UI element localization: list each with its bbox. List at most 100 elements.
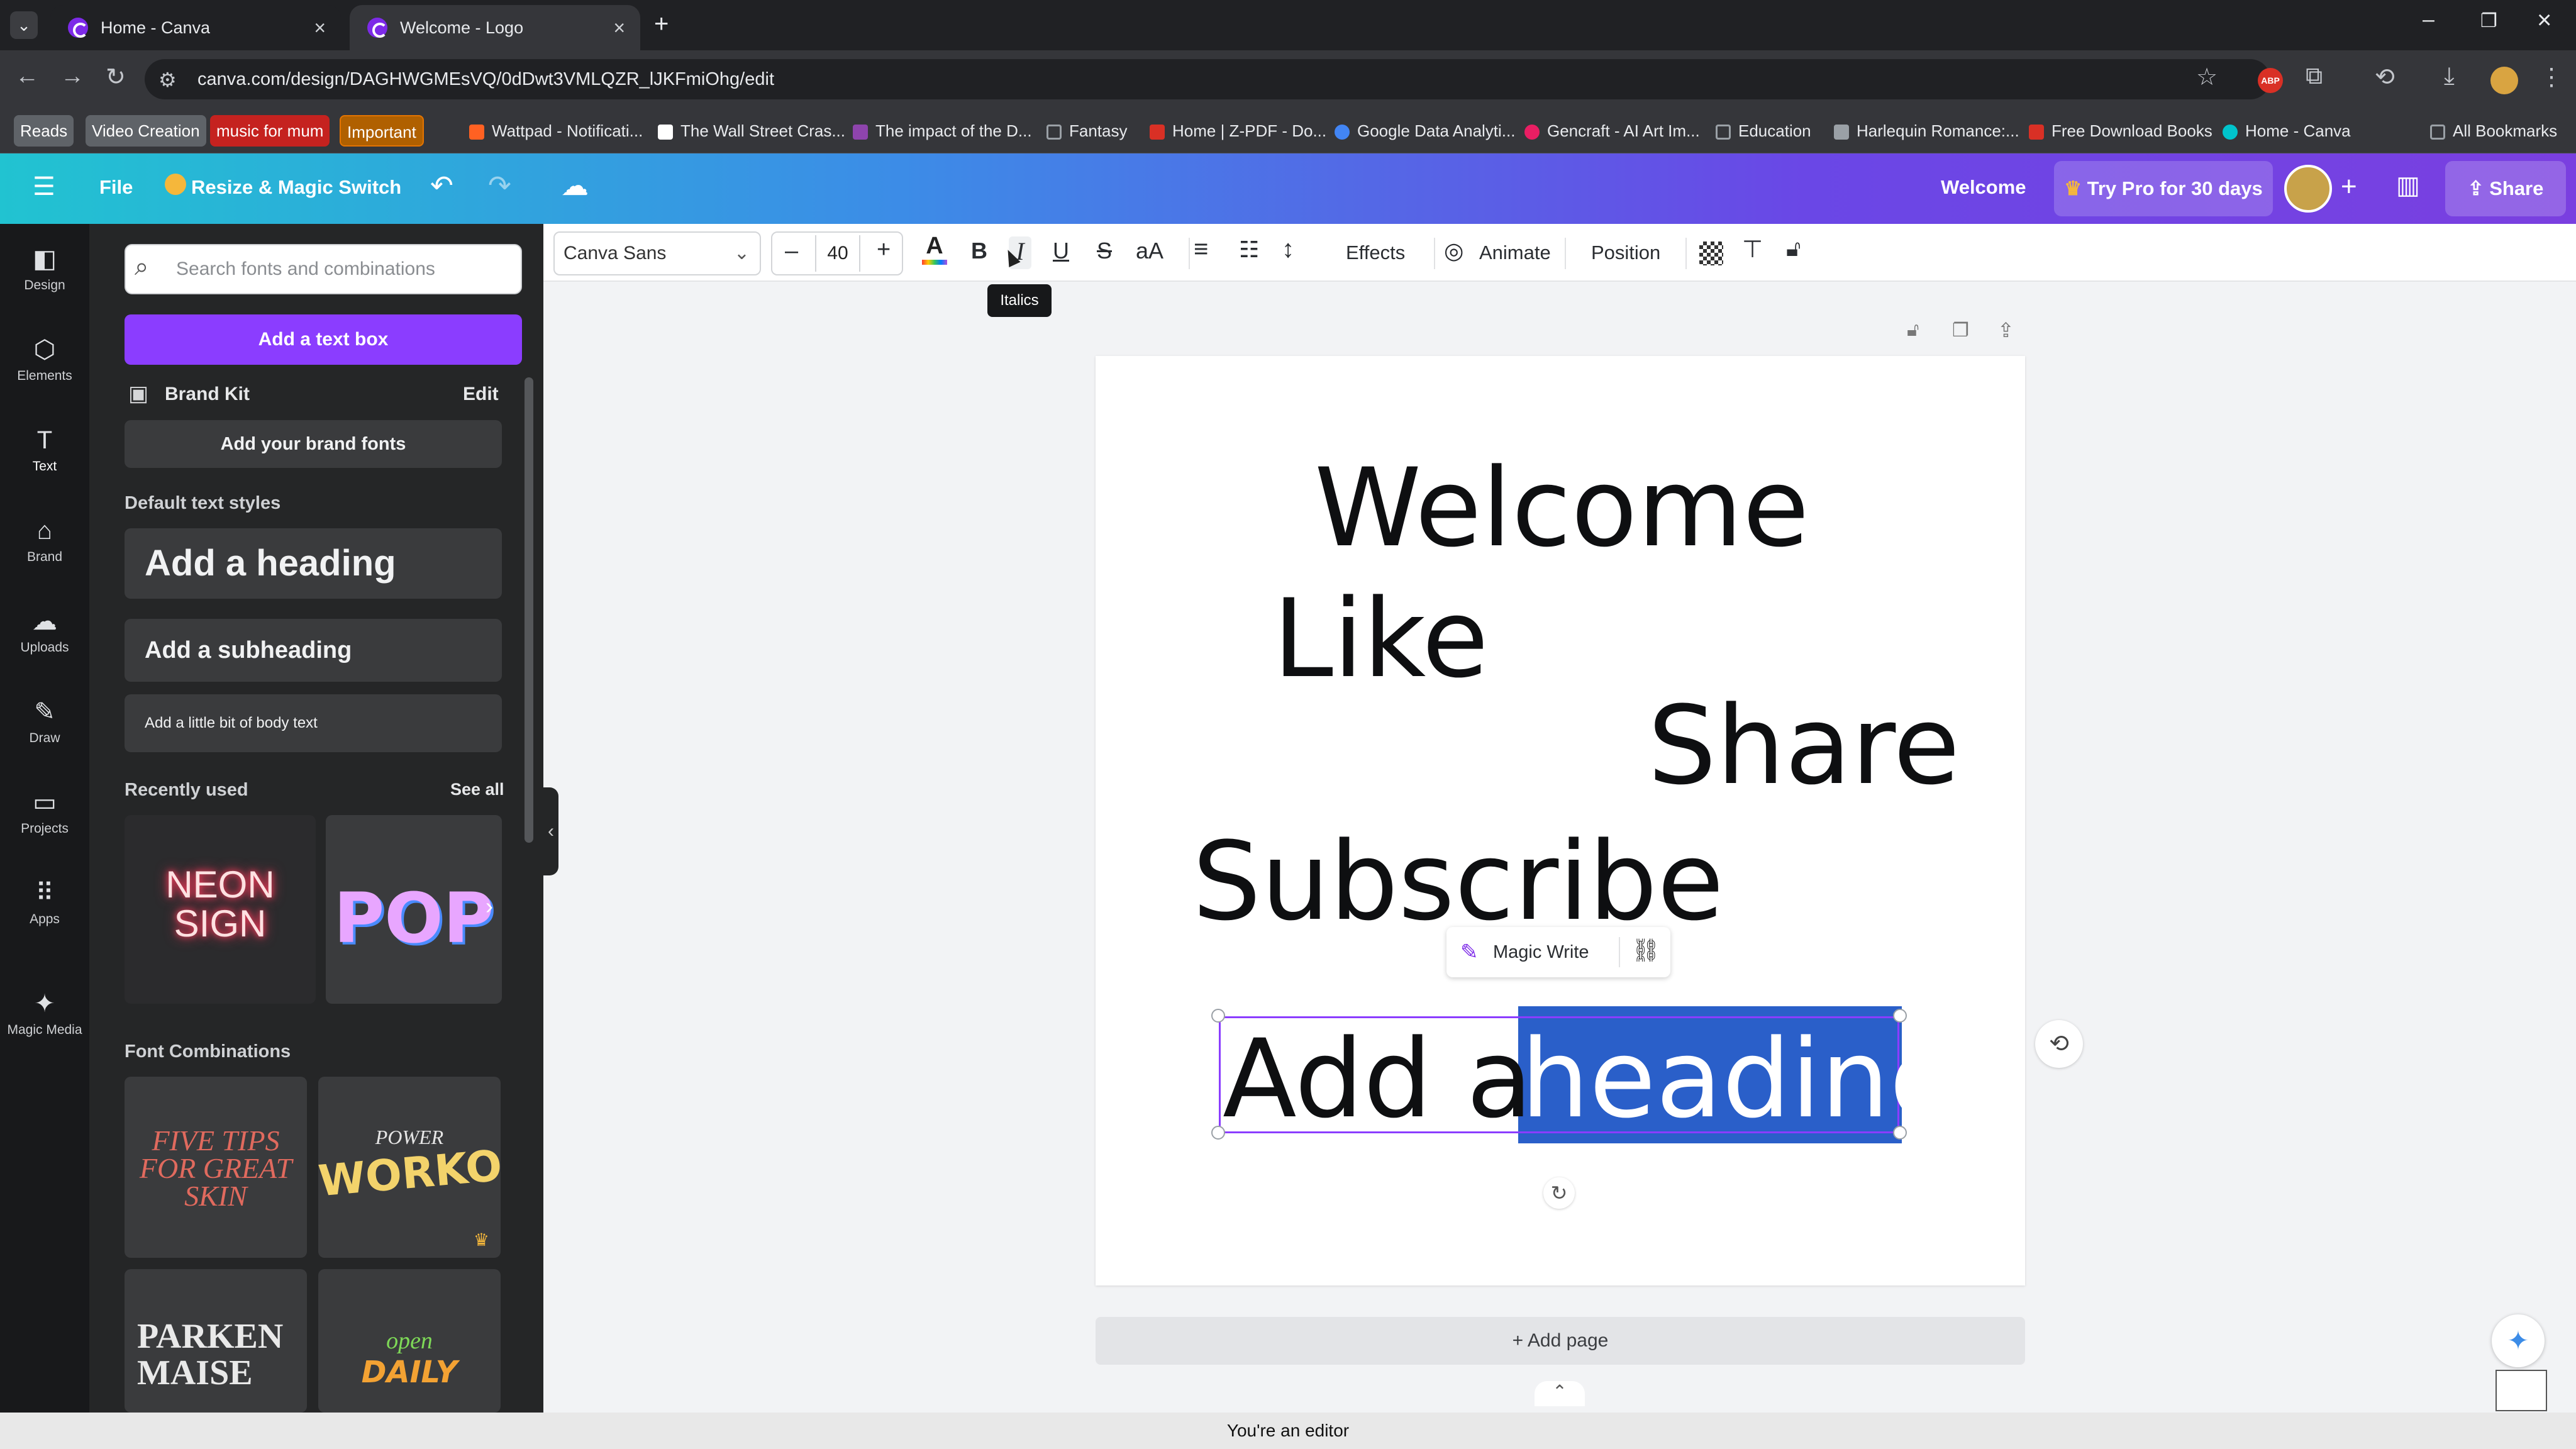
font-combo-five-tips[interactable]: FIVE TIPS FOR GREAT SKIN [125, 1077, 307, 1258]
close-tab-icon[interactable]: × [314, 16, 326, 40]
close-tab-icon[interactable]: × [613, 16, 625, 40]
bookmark-star-icon[interactable]: ☆ [2196, 63, 2218, 91]
bookmark-video-creation[interactable]: Video Creation [86, 115, 206, 147]
rail-design[interactable]: ◧ Design [0, 234, 89, 309]
all-bookmarks[interactable]: All Bookmarks [2430, 115, 2557, 147]
page-lock-icon[interactable]: 🔓︎ [1907, 319, 1919, 341]
canvas-text-welcome[interactable]: Welcome [1314, 454, 1809, 562]
brand-kit-edit-link[interactable]: Edit [463, 384, 499, 405]
strikethrough-button[interactable]: S [1097, 238, 1112, 264]
restore-icon[interactable]: ❐ [2480, 10, 2497, 32]
site-info-icon[interactable]: ⚙ [158, 68, 177, 92]
magic-assistant-icon[interactable]: ✦ [2492, 1314, 2545, 1367]
underline-button[interactable]: U [1053, 238, 1069, 264]
add-text-box-button[interactable]: Add a text box [125, 314, 522, 365]
link-icon[interactable]: ⛓︎ [1631, 937, 1660, 963]
bookmark-reads[interactable]: Reads [14, 115, 74, 147]
duplicate-page-icon[interactable]: ❐ [1952, 319, 1969, 341]
browser-tab-welcome-logo[interactable]: Welcome - Logo × [350, 5, 640, 50]
forward-icon[interactable]: → [60, 63, 84, 90]
close-window-icon[interactable]: × [2537, 6, 2551, 35]
align-center-icon[interactable]: ≡ [1194, 235, 1208, 264]
rail-magic-media[interactable]: ✦ Magic Media [0, 979, 89, 1054]
bookmark-google-data[interactable]: Google Data Analyti... [1335, 115, 1515, 147]
add-subheading-style[interactable]: Add a subheading [125, 619, 502, 682]
rail-apps[interactable]: ⠿ Apps [0, 868, 89, 943]
bookmark-home-canva[interactable]: Home - Canva [2223, 115, 2351, 147]
canvas-text-like[interactable]: Like [1273, 585, 1489, 693]
file-menu[interactable]: File [99, 176, 133, 199]
bookmark-education[interactable]: Education [1716, 115, 1811, 147]
position-button[interactable]: Position [1591, 242, 1660, 264]
show-pages-chevron-icon[interactable]: ⌃ [1535, 1381, 1585, 1406]
design-title[interactable]: Welcome [1941, 176, 2026, 199]
bookmark-free-download-books[interactable]: Free Download Books [2029, 115, 2212, 147]
resize-magic-switch-button[interactable]: Resize & Magic Switch [191, 176, 401, 199]
bookmark-wall-street[interactable]: The Wall Street Cras... [658, 115, 845, 147]
try-pro-button[interactable]: ♛ Try Pro for 30 days [2054, 161, 2273, 216]
add-heading-style[interactable]: Add a heading [125, 528, 502, 599]
font-family-select[interactable]: Canva Sans ⌄ [553, 231, 761, 275]
rail-uploads[interactable]: ☁ Uploads [0, 596, 89, 672]
bookmark-music-for-mum[interactable]: music for mum [210, 115, 330, 147]
transparency-icon[interactable] [1699, 242, 1723, 265]
extensions-icon[interactable]: ⧉ [2306, 63, 2323, 90]
magic-write-button[interactable]: Magic Write [1493, 942, 1589, 963]
add-brand-fonts-button[interactable]: Add your brand fonts [125, 420, 502, 468]
bookmark-important[interactable]: Important [340, 115, 424, 147]
cloud-saved-icon[interactable]: ☁ [561, 170, 589, 202]
neon-sign-thumbnail[interactable]: NEON SIGN [125, 815, 316, 1004]
font-search-input[interactable]: Search fonts and combinations [125, 244, 522, 294]
undo-icon[interactable]: ↶ [430, 170, 453, 202]
font-combo-power-workout[interactable]: POWER WORKOUT ♛ [318, 1077, 501, 1258]
redo-icon[interactable]: ↷ [488, 170, 511, 202]
comment-refresh-icon[interactable]: ⟲ [2035, 1020, 2083, 1068]
add-page-button[interactable]: + Add page [1096, 1317, 2025, 1365]
history-icon[interactable]: ⟲ [2375, 63, 2395, 91]
see-all-link[interactable]: See all [450, 780, 504, 799]
resize-handle-tl[interactable] [1211, 1009, 1225, 1023]
font-combo-parken-maise[interactable]: PARKEN MAISE [125, 1269, 307, 1413]
panel-scrollbar-thumb[interactable] [525, 377, 533, 843]
share-button[interactable]: ⇪ Share [2445, 161, 2566, 216]
selected-text-part1[interactable]: Add a [1223, 1025, 1567, 1133]
tab-search-button[interactable]: ⌄ [10, 11, 38, 39]
list-icon[interactable]: ☷ [1239, 236, 1259, 263]
pop-text-thumbnail[interactable]: POP [326, 815, 502, 1004]
rotate-handle-icon[interactable]: ↻ [1543, 1177, 1575, 1209]
rail-projects[interactable]: ▭ Projects [0, 777, 89, 853]
copy-style-icon[interactable]: ⊤ [1742, 235, 1763, 264]
decrease-font-size-button[interactable]: – [785, 238, 798, 265]
bookmark-wattpad[interactable]: Wattpad - Notificati... [469, 115, 643, 147]
reload-icon[interactable]: ↻ [106, 63, 126, 91]
download-icon[interactable]: ⤓ [2444, 63, 2455, 90]
canvas-text-subscribe[interactable]: Subscribe [1192, 828, 1724, 936]
new-tab-icon[interactable]: + [654, 10, 669, 38]
url-input[interactable]: canva.com/design/DAGHWGMEsVQ/0dDwt3VMLQZ… [145, 59, 2270, 99]
letter-case-button[interactable]: aA [1136, 238, 1163, 264]
chrome-menu-icon[interactable]: ⋮ [2540, 63, 2563, 91]
browser-tab-home-canva[interactable]: Home - Canva × [50, 5, 341, 50]
selected-text-part2[interactable]: heading [1521, 1025, 1958, 1133]
page-thumbnail[interactable] [2496, 1370, 2547, 1411]
collapse-panel-button[interactable]: ‹ [543, 787, 558, 875]
resize-handle-bl[interactable] [1211, 1126, 1225, 1140]
user-avatar[interactable] [2284, 165, 2332, 213]
add-collaborator-icon[interactable]: + [2341, 171, 2357, 203]
text-color-icon[interactable]: A [922, 233, 947, 272]
rail-text[interactable]: T Text [0, 415, 89, 491]
add-page-icon[interactable]: ⇪ [1997, 318, 2014, 342]
increase-font-size-button[interactable]: + [877, 236, 891, 264]
lock-icon[interactable]: 🔓︎ [1786, 235, 1801, 262]
main-menu-icon[interactable]: ☰ [33, 172, 55, 201]
minimize-icon[interactable]: – [2423, 8, 2434, 32]
adblock-extension-icon[interactable]: ABP [2258, 68, 2283, 93]
bookmark-gencraft[interactable]: Gencraft - AI Art Im... [1524, 115, 1700, 147]
rail-draw[interactable]: ✎ Draw [0, 687, 89, 762]
effects-button[interactable]: Effects [1346, 242, 1405, 264]
rail-brand[interactable]: ⌂ Brand [0, 506, 89, 581]
bookmark-impact[interactable]: The impact of the D... [853, 115, 1032, 147]
resize-handle-br[interactable] [1893, 1126, 1907, 1140]
bold-button[interactable]: B [971, 238, 987, 264]
animate-button[interactable]: Animate [1479, 242, 1551, 264]
